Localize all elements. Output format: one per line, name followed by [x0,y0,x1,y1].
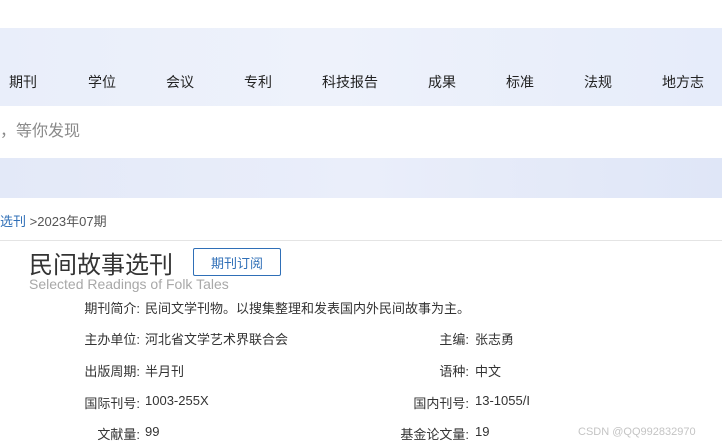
editor-value: 张志勇 [475,332,515,347]
nav-item-local-chronicles[interactable]: 地方志 [662,72,704,92]
sponsor-value: 河北省文学艺术界联合会 [145,332,289,347]
docs-label: 文献量: [97,427,140,442]
cn-value: 13-1055/I [475,393,530,408]
info-row-intro: 期刊简介: 民间文学刊物。以搜集整理和发表国内外民间故事为主。 [0,298,722,316]
nav-item-standards[interactable]: 标准 [506,72,534,92]
issn-value: 1003-255X [145,393,209,408]
issn-label: 国际刊号: [84,396,140,411]
breadcrumb: 选刊 >2023年07期 [0,211,107,230]
main-nav: 期刊 学位 会议 专利 科技报告 成果 标准 法规 地方志 [0,28,722,106]
cycle-label: 出版周期: [84,364,140,379]
fund-value: 19 [475,424,490,439]
info-row-issn: 国际刊号: 1003-255X 国内刊号: 13-1055/I [0,393,722,411]
top-blank-area [0,0,722,28]
banner-strip [0,158,722,198]
info-row-cycle: 出版周期: 半月刊 语种: 中文 [0,361,722,379]
sponsor-label: 主办单位: [84,332,140,347]
breadcrumb-current-issue: >2023年07期 [29,214,107,229]
info-row-sponsor: 主办单位: 河北省文学艺术界联合会 主编: 张志勇 [0,329,722,347]
nav-item-regulations[interactable]: 法规 [584,72,612,92]
section-divider [0,240,722,241]
search-input[interactable] [0,118,722,146]
intro-label: 期刊简介: [84,301,140,316]
editor-label: 主编: [439,332,469,347]
nav-item-conferences[interactable]: 会议 [166,72,194,92]
language-value: 中文 [475,364,502,379]
search-area [0,106,722,158]
journal-english-title: Selected Readings of Folk Tales [29,276,229,292]
language-label: 语种: [439,364,469,379]
cycle-value: 半月刊 [145,364,185,379]
nav-item-journals[interactable]: 期刊 [9,72,37,92]
nav-item-achievements[interactable]: 成果 [428,72,456,92]
nav-item-tech-reports[interactable]: 科技报告 [322,72,378,92]
fund-label: 基金论文量: [400,427,469,442]
journal-title: 民间故事选刊 [29,252,173,279]
cn-label: 国内刊号: [413,396,469,411]
nav-item-patents[interactable]: 专利 [244,72,272,92]
docs-value: 99 [145,424,160,439]
subscribe-button[interactable]: 期刊订阅 [193,248,281,276]
watermark: CSDN @QQ992832970 [578,426,696,438]
intro-value: 民间文学刊物。以搜集整理和发表国内外民间故事为主。 [145,301,471,316]
nav-item-degrees[interactable]: 学位 [88,72,116,92]
breadcrumb-link-journal-select[interactable]: 选刊 [0,214,26,229]
